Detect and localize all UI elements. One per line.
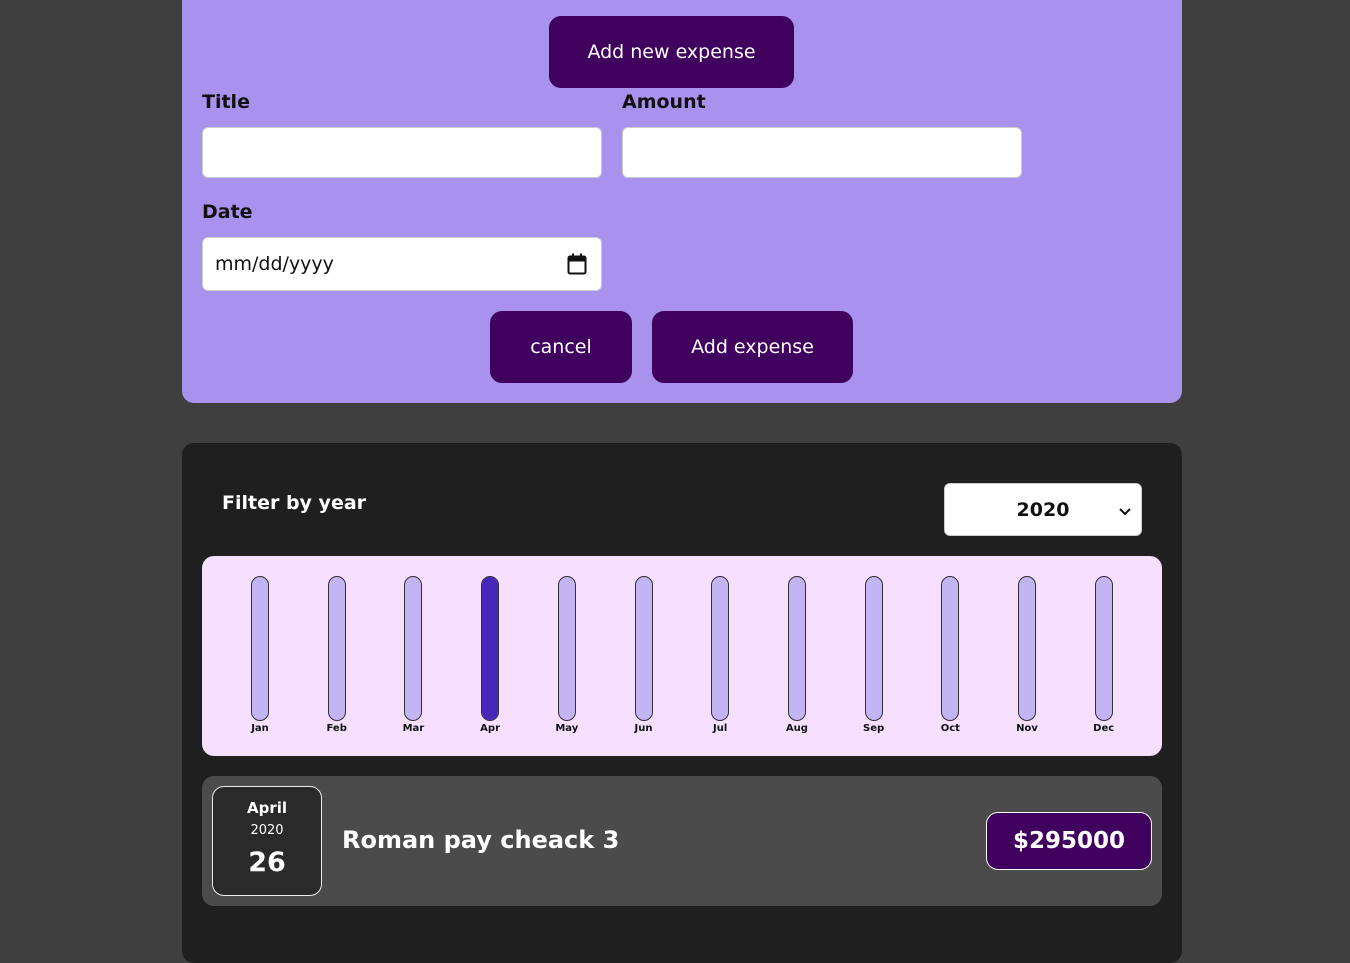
chart-bar-nov <box>1018 576 1036 721</box>
expense-amount: $295000 <box>986 812 1152 870</box>
cancel-button[interactable]: cancel <box>490 311 632 383</box>
date-input[interactable]: mm/dd/yyyy <box>202 237 602 291</box>
chart-label-sep: Sep <box>863 723 885 734</box>
chart-label-nov: Nov <box>1016 723 1038 734</box>
chart-label-jun: Jun <box>634 723 653 734</box>
title-input[interactable] <box>202 127 602 178</box>
year-select-value: 2020 <box>1016 498 1070 521</box>
expenses-chart: Jan Feb Mar Apr May Jun Jul Aug Sep Oct Nov Dec <box>202 556 1162 756</box>
date-placeholder: mm/dd/yyyy <box>215 253 334 275</box>
chart-bar-dec <box>1094 576 1113 721</box>
chart-bar-jun <box>634 576 653 721</box>
chart-bar-oct <box>941 576 960 721</box>
date-label: Date <box>202 201 253 223</box>
chart-label-may: May <box>555 723 579 734</box>
amount-label: Amount <box>622 91 706 113</box>
amount-input[interactable] <box>622 127 1022 178</box>
chart-label-oct: Oct <box>940 723 960 734</box>
expense-title: Roman pay cheack 3 <box>342 826 620 854</box>
expense-item: April 2020 26 Roman pay cheack 3 $295000 <box>202 776 1162 906</box>
chart-label-apr: Apr <box>480 723 501 734</box>
chart-bar-jul <box>711 576 730 721</box>
add-new-expense-button[interactable]: Add new expense <box>549 16 794 88</box>
chart-bar-sep <box>864 576 883 721</box>
chart-label-mar: Mar <box>402 723 425 734</box>
chart-bar-feb <box>327 576 346 721</box>
chevron-down-icon <box>1119 502 1131 524</box>
expense-year: 2020 <box>250 823 284 838</box>
chart-bar-fill-apr <box>482 577 499 720</box>
expenses-card: Filter by year 2020 Jan Feb Mar Apr May Jun Ju… <box>182 443 1182 963</box>
new-expense-form: Add new expense Title Amount Date mm/dd/… <box>182 0 1182 403</box>
chart-bar-apr <box>481 576 500 721</box>
calendar-icon[interactable] <box>567 253 587 275</box>
chart-label-dec: Dec <box>1093 723 1115 734</box>
expense-day: 26 <box>248 847 286 878</box>
chart-label-aug: Aug <box>785 723 808 734</box>
expense-month: April <box>246 799 288 817</box>
filter-label: Filter by year <box>222 492 367 514</box>
chart-bar-aug <box>787 576 806 721</box>
chart-label-jan: Jan <box>251 723 269 734</box>
chart-bar-jan <box>251 576 269 721</box>
chart-bar-may <box>557 576 576 721</box>
chart-label-jul: Jul <box>713 723 728 734</box>
year-select[interactable]: 2020 <box>944 483 1142 536</box>
chart-label-feb: Feb <box>326 723 347 734</box>
chart-bar-mar <box>404 576 423 721</box>
add-expense-button[interactable]: Add expense <box>652 311 853 383</box>
expense-date: April 2020 26 <box>212 786 322 896</box>
title-label: Title <box>202 91 250 113</box>
